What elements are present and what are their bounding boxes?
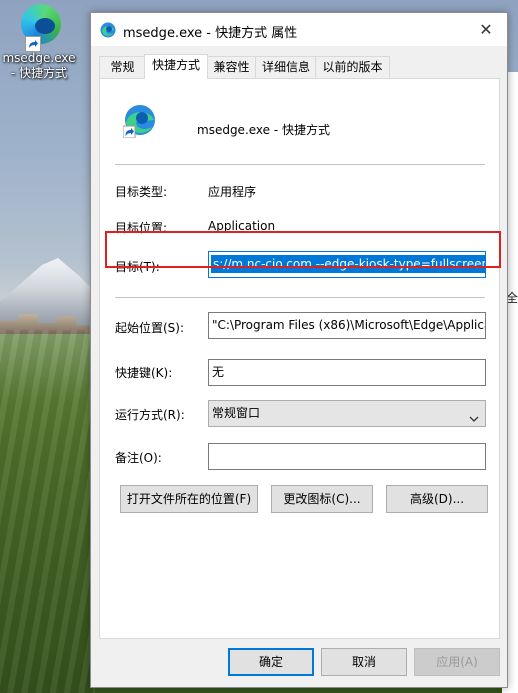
target-type-label: 目标类型: <box>115 185 168 199</box>
comment-input[interactable] <box>208 443 486 470</box>
advanced-button[interactable]: 高级(D)... <box>386 485 488 513</box>
shortcut-arrow-icon <box>25 36 41 52</box>
chevron-down-icon <box>469 408 479 422</box>
start-in-label: 起始位置(S): <box>115 321 185 335</box>
tab-general[interactable]: 常规 <box>99 56 146 78</box>
desktop-icon-label-line2: - 快捷方式 <box>10 66 68 80</box>
close-icon: ✕ <box>479 20 493 39</box>
desktop-shortcut-msedge[interactable]: msedge.exe - 快捷方式 <box>0 4 78 81</box>
tab-compatibility[interactable]: 兼容性 <box>206 56 257 78</box>
desktop-icon-label-line1: msedge.exe <box>2 51 76 65</box>
target-type-value: 应用程序 <box>208 185 257 199</box>
edge-icon <box>17 4 61 52</box>
target-highlight-box <box>105 231 501 268</box>
desktop-icon-label: msedge.exe - 快捷方式 <box>0 51 78 81</box>
edge-icon <box>100 22 116 38</box>
hotkey-label: 快捷键(K): <box>115 366 173 380</box>
divider <box>115 164 485 165</box>
field-scenery <box>0 330 95 693</box>
close-button[interactable]: ✕ <box>465 13 507 46</box>
change-icon-button[interactable]: 更改图标(C)... <box>271 485 373 513</box>
dialog-title: msedge.exe - 快捷方式 属性 <box>123 26 298 41</box>
comment-label: 备注(O): <box>115 451 162 465</box>
tab-strip: 常规 快捷方式 兼容性 详细信息 以前的版本 <box>99 54 499 79</box>
properties-dialog: msedge.exe - 快捷方式 属性 ✕ 常规 快捷方式 兼容性 详细信息 … <box>90 12 508 688</box>
cancel-button[interactable]: 取消 <box>321 648 407 676</box>
apply-button[interactable]: 应用(A) <box>414 648 500 676</box>
tab-details[interactable]: 详细信息 <box>255 56 317 78</box>
edge-icon <box>122 104 157 139</box>
tab-shortcut[interactable]: 快捷方式 <box>144 54 208 79</box>
title-bar: msedge.exe - 快捷方式 属性 ✕ <box>91 13 507 46</box>
shortcut-name: msedge.exe - 快捷方式 <box>197 123 331 137</box>
run-mode-select[interactable]: 常规窗口 <box>208 400 486 427</box>
shortcut-tab-panel: msedge.exe - 快捷方式 目标类型: 应用程序 目标位置: Appli… <box>99 78 500 639</box>
ok-button[interactable]: 确定 <box>228 648 314 676</box>
divider <box>115 297 485 298</box>
start-in-input[interactable]: "C:\Program Files (x86)\Microsoft\Edge\A… <box>208 312 486 339</box>
open-file-location-button[interactable]: 打开文件所在的位置(F) <box>120 485 258 513</box>
tab-previous-versions[interactable]: 以前的版本 <box>315 56 390 78</box>
run-mode-label: 运行方式(R): <box>115 408 185 422</box>
run-mode-value: 常规窗口 <box>212 406 261 420</box>
hotkey-input[interactable]: 无 <box>208 359 486 386</box>
